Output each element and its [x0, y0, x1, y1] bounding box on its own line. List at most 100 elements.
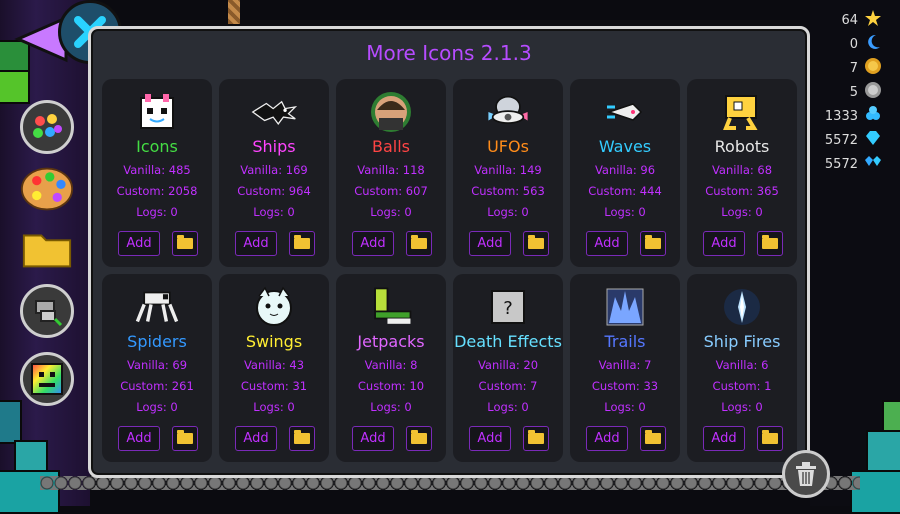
open-folder-button[interactable]: [406, 426, 432, 451]
ball-icon: [368, 89, 414, 135]
category-card: Trails Vanilla: 7 Custom: 33 Logs: 0 Add: [570, 274, 680, 462]
logs-count: Logs: 0: [721, 400, 763, 414]
folder-icon: [177, 430, 193, 444]
add-button[interactable]: Add: [586, 426, 628, 451]
chain-decoration: [40, 476, 860, 490]
orbs-icon: [864, 105, 882, 127]
icon-kit-button[interactable]: [20, 352, 74, 406]
swing-icon: [251, 284, 297, 330]
currency-stats: 64 0 7 5 1333 5572 5572: [812, 8, 882, 176]
color-button[interactable]: [20, 100, 74, 154]
trash-button[interactable]: [782, 450, 830, 498]
vanilla-count: Vanilla: 96: [594, 163, 656, 177]
decor-block: [0, 70, 30, 104]
add-button[interactable]: Add: [469, 231, 511, 256]
custom-count: Custom: 607: [354, 184, 428, 198]
stat-row: 64: [812, 8, 882, 32]
vanilla-count: Vanilla: 169: [240, 163, 308, 177]
folder-button[interactable]: [20, 222, 74, 276]
ufo-icon: [485, 89, 531, 135]
open-folder-button[interactable]: [172, 426, 198, 451]
vanilla-count: Vanilla: 149: [474, 163, 542, 177]
decor-block: [0, 400, 22, 444]
vanilla-count: Vanilla: 68: [711, 163, 773, 177]
category-name: Waves: [598, 137, 652, 156]
death-effect-icon: ?: [485, 284, 531, 330]
edit-button[interactable]: [20, 284, 74, 338]
category-card: UFOs Vanilla: 149 Custom: 563 Logs: 0 Add: [453, 79, 563, 267]
trash-icon: [796, 462, 816, 486]
add-button[interactable]: Add: [118, 426, 160, 451]
add-button[interactable]: Add: [703, 426, 745, 451]
add-button[interactable]: Add: [235, 426, 277, 451]
add-button[interactable]: Add: [352, 426, 394, 451]
stat-value: 1333: [824, 108, 858, 124]
spider-icon: [134, 284, 180, 330]
folder-icon: [528, 430, 544, 444]
wave-icon: [602, 89, 648, 135]
category-name: Ship Fires: [703, 332, 781, 351]
open-folder-button[interactable]: [757, 426, 783, 451]
custom-count: Custom: 261: [120, 379, 194, 393]
diamond-icon: [864, 129, 882, 151]
category-name: Robots: [714, 137, 770, 156]
logs-count: Logs: 0: [253, 400, 295, 414]
category-name: Swings: [245, 332, 303, 351]
category-card: Ships Vanilla: 169 Custom: 964 Logs: 0 Add: [219, 79, 329, 267]
add-button[interactable]: Add: [703, 231, 745, 256]
folder-icon: [762, 430, 778, 444]
vanilla-count: Vanilla: 118: [357, 163, 425, 177]
custom-count: Custom: 7: [478, 379, 538, 393]
folder-icon: [411, 235, 427, 249]
add-button[interactable]: Add: [586, 231, 628, 256]
logs-count: Logs: 0: [604, 205, 646, 219]
stat-row: 5572: [812, 152, 882, 176]
more-icons-panel: More Icons 2.1.3 Icons Vanilla: 485 Custom…: [88, 26, 810, 478]
open-folder-button[interactable]: [640, 231, 666, 256]
logs-count: Logs: 0: [136, 205, 178, 219]
category-grid: Icons Vanilla: 485 Custom: 2058 Logs: 0 Add S…: [102, 79, 797, 462]
category-name: Jetpacks: [357, 332, 425, 351]
moon-icon: [864, 33, 882, 55]
custom-count: Custom: 563: [471, 184, 545, 198]
open-folder-button[interactable]: [289, 426, 315, 451]
palette-button[interactable]: [20, 162, 74, 216]
add-button[interactable]: Add: [118, 231, 160, 256]
custom-count: Custom: 10: [357, 379, 425, 393]
add-button[interactable]: Add: [235, 231, 277, 256]
trail-icon: [602, 284, 648, 330]
category-name: Icons: [136, 137, 178, 156]
diamond-shards-icon: [864, 153, 882, 175]
rope-decoration: [228, 0, 240, 24]
vanilla-count: Vanilla: 485: [123, 163, 191, 177]
vanilla-count: Vanilla: 8: [364, 358, 418, 372]
add-button[interactable]: Add: [352, 231, 394, 256]
open-folder-button[interactable]: [640, 426, 666, 451]
add-button[interactable]: Add: [469, 426, 511, 451]
folder-icon: [22, 234, 72, 268]
open-folder-button[interactable]: [289, 231, 315, 256]
stat-value: 0: [849, 36, 858, 52]
category-card: Jetpacks Vanilla: 8 Custom: 10 Logs: 0 Add: [336, 274, 446, 462]
decor-block: [866, 430, 900, 474]
category-card: Spiders Vanilla: 69 Custom: 261 Logs: 0 Add: [102, 274, 212, 462]
category-name: Trails: [604, 332, 646, 351]
open-folder-button[interactable]: [406, 231, 432, 256]
open-folder-button[interactable]: [523, 231, 549, 256]
stat-row: 0: [812, 32, 882, 56]
folder-icon: [645, 430, 661, 444]
paint-drops-icon: [33, 114, 62, 138]
jetpack-icon: [368, 284, 414, 330]
open-folder-button[interactable]: [757, 231, 783, 256]
custom-count: Custom: 1: [712, 379, 772, 393]
logs-count: Logs: 0: [136, 400, 178, 414]
stat-value: 7: [849, 60, 858, 76]
ship-fire-icon: [719, 284, 765, 330]
secret-coin-icon: [864, 57, 882, 79]
open-folder-button[interactable]: [172, 231, 198, 256]
decor-block: [882, 400, 900, 434]
stat-value: 5572: [824, 132, 858, 148]
open-folder-button[interactable]: [523, 426, 549, 451]
category-name: Spiders: [127, 332, 187, 351]
category-card: Balls Vanilla: 118 Custom: 607 Logs: 0 Add: [336, 79, 446, 267]
